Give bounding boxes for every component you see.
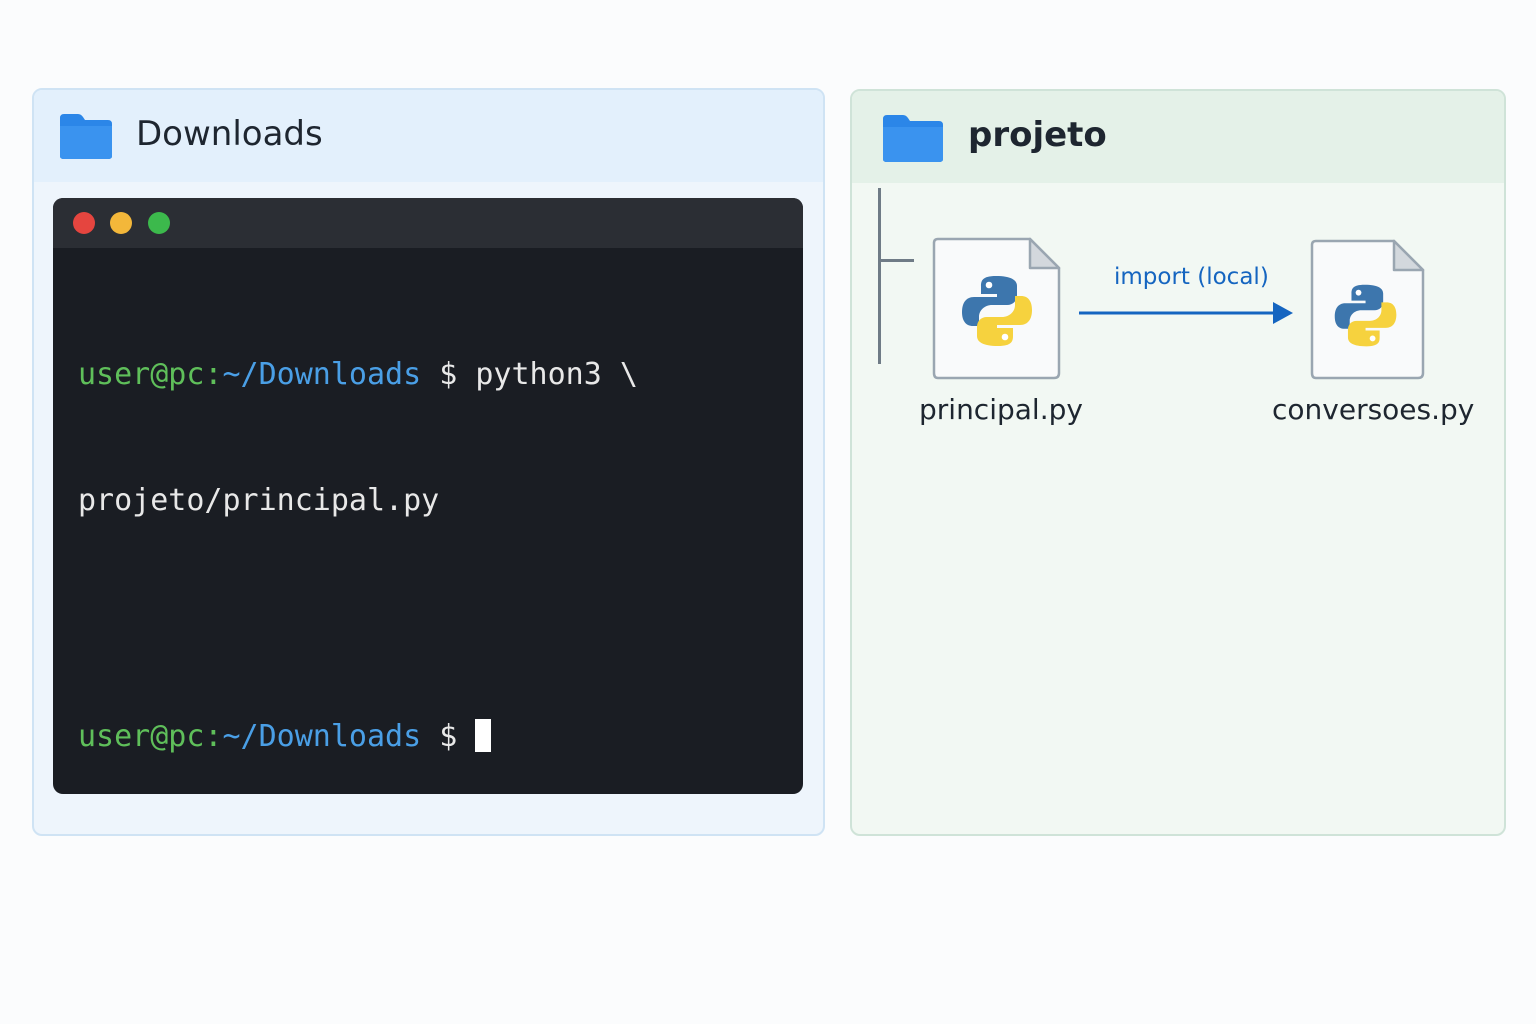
python-file-icon[interactable] (932, 237, 1062, 381)
downloads-panel: Downloads user@pc:~/Downloads $ python3 … (32, 88, 825, 836)
folder-icon (60, 114, 112, 159)
tree-connector-branch (878, 259, 914, 262)
folder-icon (883, 115, 943, 162)
terminal-line: projeto/principal.py (78, 480, 638, 522)
command-text: projeto/principal.py (78, 483, 440, 518)
projeto-panel: projeto principal.py import (local) conv… (850, 89, 1506, 836)
projeto-header: projeto (852, 91, 1504, 183)
file-label-principal: principal.py (919, 393, 1083, 426)
terminal-line: user@pc:~/Downloads $ python3 \ (78, 354, 638, 396)
import-arrow-label: import (local) (1114, 264, 1269, 290)
python-file-icon[interactable] (1310, 239, 1426, 381)
downloads-folder-title: Downloads (136, 114, 323, 154)
terminal-output: user@pc:~/Downloads $ python3 \ projeto/… (78, 270, 638, 794)
close-button[interactable] (73, 212, 95, 234)
prompt-symbol: $ (421, 357, 476, 392)
command-text: python3 \ (475, 357, 638, 392)
terminal-line: user@pc:~/Downloads $ (78, 716, 638, 758)
prompt-user: user@pc: (78, 719, 223, 754)
import-arrow (1079, 302, 1293, 324)
prompt-path: ~/Downloads (222, 719, 422, 754)
minimize-button[interactable] (110, 212, 132, 234)
terminal-window[interactable]: user@pc:~/Downloads $ python3 \ projeto/… (53, 198, 803, 794)
tree-connector-vertical (878, 188, 881, 364)
prompt-user: user@pc: (78, 357, 223, 392)
downloads-header: Downloads (34, 90, 823, 182)
projeto-folder-title: projeto (968, 115, 1107, 155)
terminal-titlebar (53, 198, 803, 248)
prompt-symbol: $ (421, 719, 476, 754)
terminal-cursor[interactable] (475, 719, 492, 752)
file-label-conversoes: conversoes.py (1272, 393, 1475, 426)
prompt-path: ~/Downloads (222, 357, 422, 392)
maximize-button[interactable] (148, 212, 170, 234)
